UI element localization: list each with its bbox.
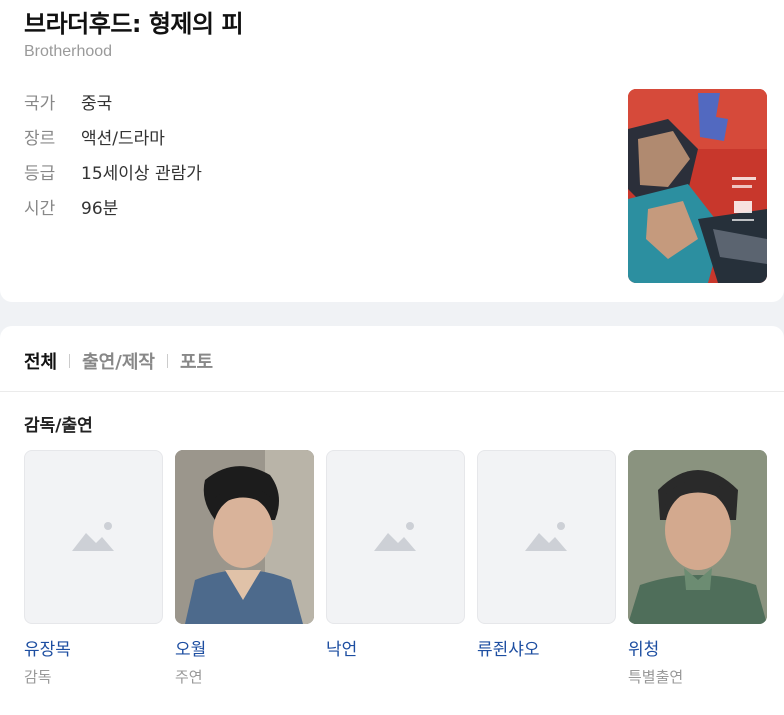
info-label: 국가 (24, 94, 56, 114)
person-role: 감독 (24, 668, 52, 686)
actor-photo (628, 450, 767, 624)
info-row-rating: 등급 15세이상 관람가 (24, 159, 202, 184)
section-title: 감독/출연 (24, 416, 93, 436)
person-name[interactable]: 류쥔샤오 (477, 635, 616, 660)
person-photo[interactable] (175, 450, 314, 624)
person-card[interactable]: 위청 특별출연 (628, 450, 767, 687)
info-label: 시간 (24, 199, 56, 219)
movie-info-card: 브라더후드: 형제의 피 Brotherhood 국가 중국 장르 액션/드라마… (0, 0, 784, 302)
placeholder-image-icon (373, 522, 416, 551)
movie-original-title: Brotherhood (24, 43, 113, 60)
person-card[interactable]: 류쥔샤오 (477, 450, 616, 666)
person-role: 특별출연 (628, 668, 684, 686)
person-photo[interactable] (477, 450, 616, 624)
cast-card: 전체 출연/제작 포토 감독/출연 유장목 감독 오월 주연 낙언 류쥔샤오 위… (0, 326, 784, 715)
poster-art (628, 89, 767, 283)
info-label: 등급 (24, 164, 56, 184)
person-card[interactable]: 낙언 (326, 450, 465, 666)
section-divider (0, 391, 784, 392)
person-photo[interactable] (326, 450, 465, 624)
info-row-genre: 장르 액션/드라마 (24, 124, 165, 149)
movie-poster[interactable] (628, 89, 767, 283)
info-value: 액션/드라마 (81, 129, 165, 149)
person-photo[interactable] (628, 450, 767, 624)
info-row-runtime: 시간 96분 (24, 194, 119, 219)
person-name[interactable]: 위청 (628, 635, 767, 660)
placeholder-image-icon (71, 522, 114, 551)
tab-all[interactable]: 전체 (24, 348, 57, 374)
person-role: 주연 (175, 668, 203, 686)
tab-cast-crew[interactable]: 출연/제작 (82, 348, 155, 374)
tab-photos[interactable]: 포토 (180, 348, 213, 374)
person-photo[interactable] (24, 450, 163, 624)
info-value: 15세이상 관람가 (81, 164, 202, 184)
tab-bar: 전체 출연/제작 포토 (24, 348, 213, 374)
placeholder-image-icon (524, 522, 567, 551)
person-name[interactable]: 유장목 (24, 635, 163, 660)
info-label: 장르 (24, 129, 56, 149)
actor-photo (175, 450, 314, 624)
movie-title: 브라더후드: 형제의 피 (24, 10, 244, 38)
tab-divider (166, 354, 168, 368)
tab-divider (69, 354, 71, 368)
person-card[interactable]: 유장목 감독 (24, 450, 163, 687)
info-value: 96분 (81, 199, 119, 219)
person-card[interactable]: 오월 주연 (175, 450, 314, 687)
info-row-country: 국가 중국 (24, 89, 113, 114)
person-name[interactable]: 오월 (175, 635, 314, 660)
person-name[interactable]: 낙언 (326, 635, 465, 660)
info-value: 중국 (81, 94, 113, 114)
